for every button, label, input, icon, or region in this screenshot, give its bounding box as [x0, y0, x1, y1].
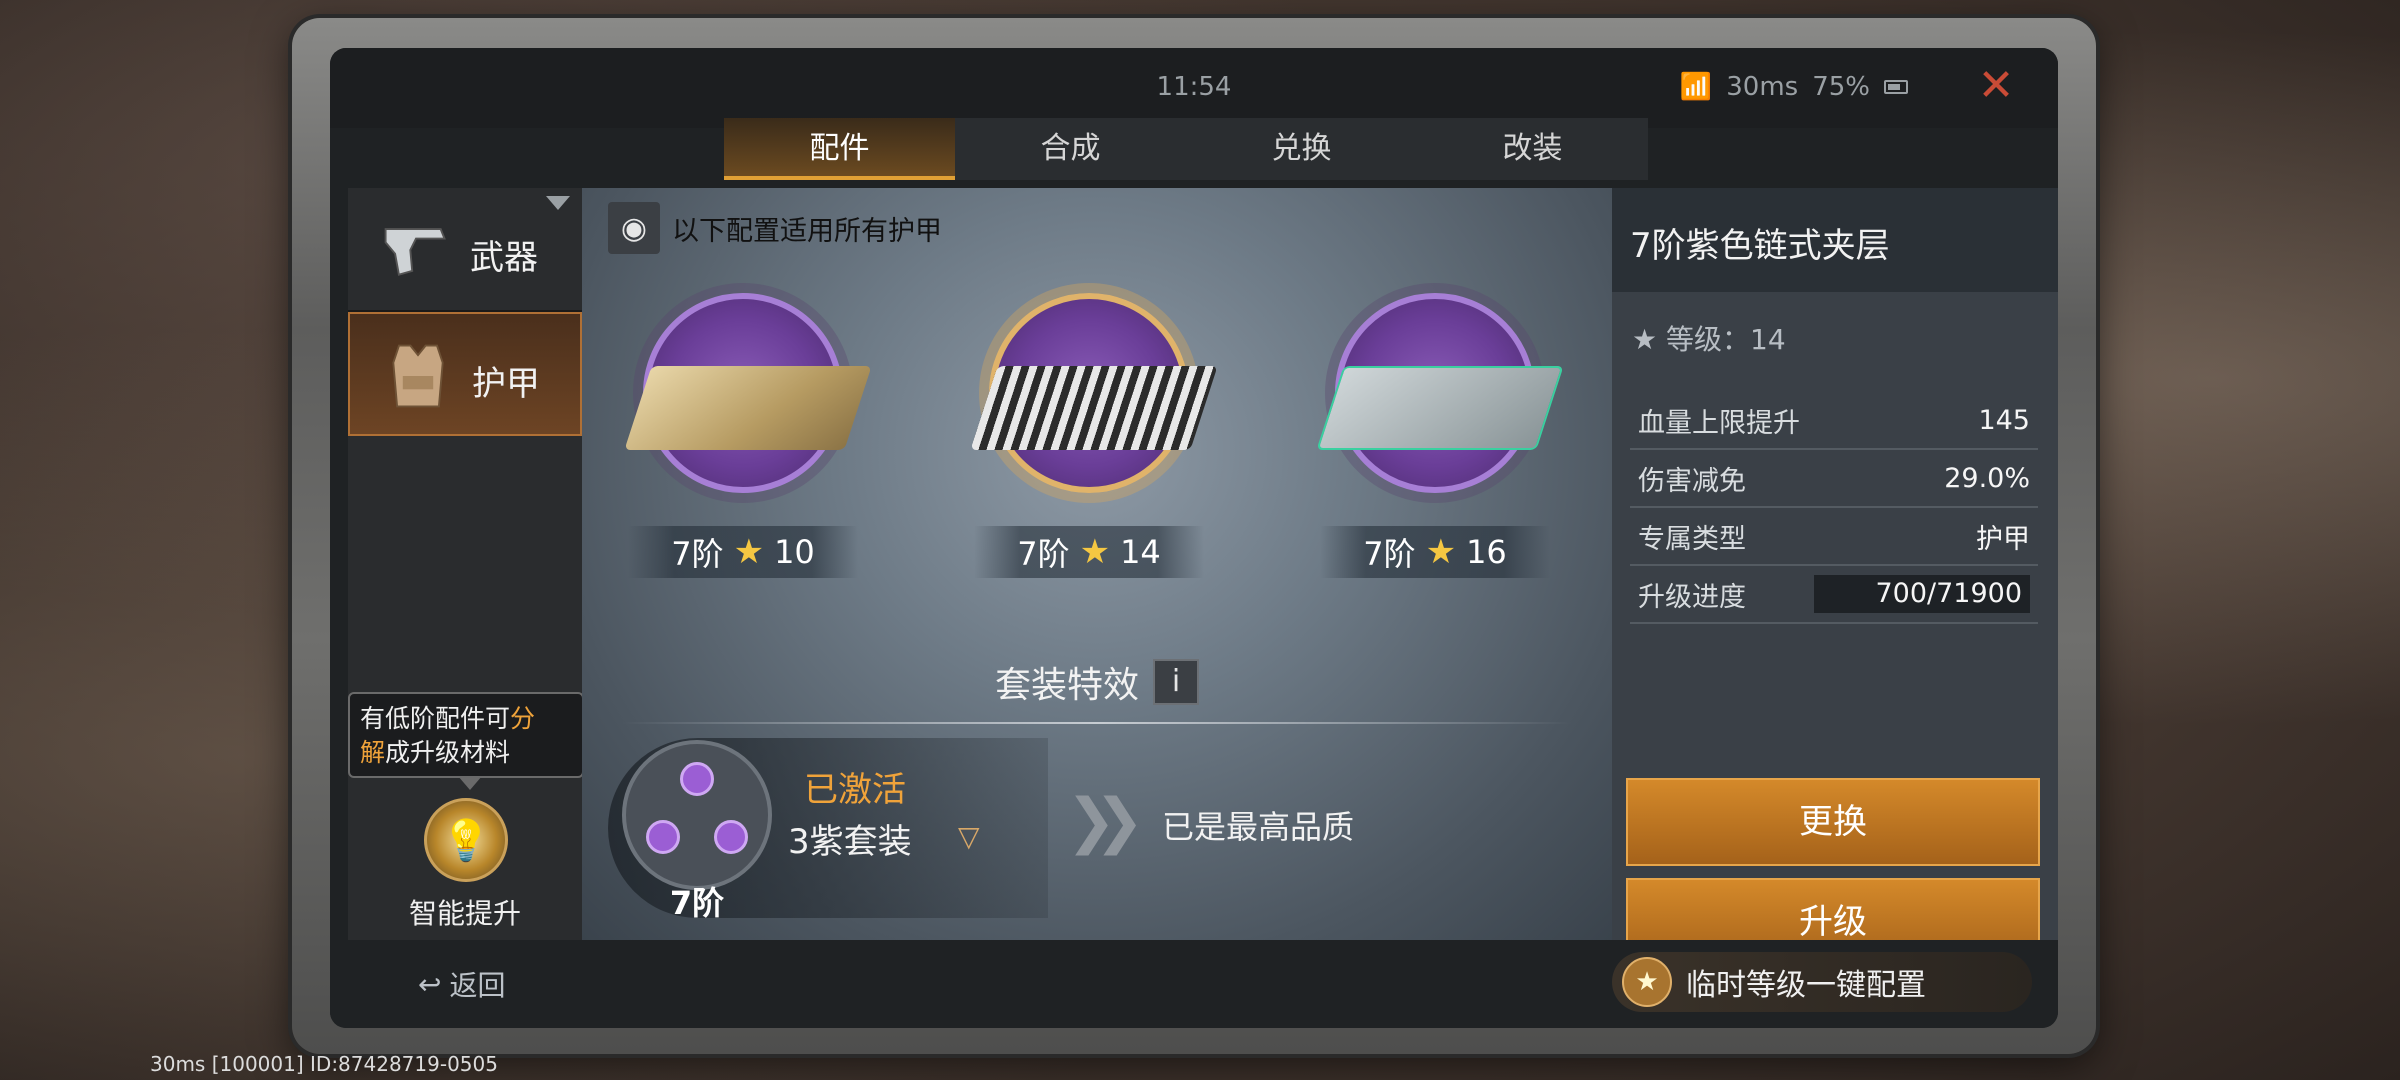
smart-upgrade: 💡 智能提升 — [348, 788, 582, 940]
slot-info: 7阶 ★ 14 — [974, 526, 1204, 578]
sidebar-item-armor[interactable]: 护甲 — [348, 312, 582, 436]
level-text: 等级：14 — [1666, 323, 1786, 356]
tab-synthesis[interactable]: 合成 — [955, 118, 1186, 180]
cloth-roll-icon — [624, 366, 872, 450]
tab-modify[interactable]: 改装 — [1417, 118, 1648, 180]
eye-icon[interactable]: ◉ — [608, 202, 660, 254]
sidebar-item-label: 护甲 — [472, 364, 540, 404]
slot-stars: 14 — [1120, 533, 1161, 571]
purple-dot-icon — [680, 762, 714, 796]
tab-exchange[interactable]: 兑换 — [1186, 118, 1417, 180]
stat-value: 145 — [1978, 404, 2030, 436]
pistol-icon — [384, 228, 446, 276]
return-arrow-icon: ↩ — [418, 967, 442, 1001]
stat-label: 血量上限提升 — [1638, 407, 1800, 439]
max-quality-text: 已是最高品质 — [1162, 808, 1355, 846]
back-button[interactable]: ↩ 返回 — [418, 964, 505, 1004]
item-level: ★ 等级：14 — [1632, 318, 1786, 358]
quick-config-label: 临时等级一键配置 — [1686, 968, 1926, 1003]
sidebar-item-label: 武器 — [470, 238, 538, 278]
slot-info: 7阶 ★ 10 — [628, 526, 858, 578]
close-button[interactable]: ✕ — [1972, 62, 2020, 110]
quick-config-button[interactable]: ★ 临时等级一键配置 — [1612, 952, 2032, 1012]
chain-roll-icon — [970, 366, 1218, 450]
slot-stars: 16 — [1466, 533, 1507, 571]
slot-stars: 10 — [774, 533, 815, 571]
item-title: 7阶紫色链式夹层 — [1612, 188, 2058, 292]
stat-label: 升级进度 — [1638, 581, 1746, 613]
slot-info: 7阶 ★ 16 — [1320, 526, 1550, 578]
battery-icon — [1884, 80, 1908, 94]
slot-tier: 7阶 — [1017, 535, 1070, 573]
armor-vest-icon — [392, 344, 444, 408]
stat-value: 护甲 — [1976, 523, 2030, 555]
purple-dot-icon — [646, 820, 680, 854]
slot-tier: 7阶 — [671, 535, 724, 573]
status-bar: 11:54 📶 30ms 75% ✕ — [330, 48, 2058, 128]
star-icon: ★ — [1632, 323, 1658, 356]
upgrade-progress: 700/71900 — [1814, 575, 2030, 613]
set-tier: 7阶 — [669, 884, 725, 922]
stat-row: 专属类型 护甲 — [1630, 508, 2038, 566]
info-icon[interactable]: i — [1153, 659, 1199, 705]
tooltip-highlight: 分 — [510, 704, 536, 733]
star-icon: ★ — [733, 532, 765, 572]
tooltip-text: 有低阶配件可 — [360, 704, 511, 733]
set-badge[interactable] — [622, 740, 772, 890]
note-text: 以下配置适用所有护甲 — [672, 215, 942, 247]
stat-value: 29.0% — [1944, 462, 2030, 494]
replace-button[interactable]: 更换 — [1626, 778, 2040, 866]
wifi-icon: 📶 — [1679, 72, 1713, 102]
purple-dot-icon — [714, 820, 748, 854]
divider — [622, 722, 1572, 724]
tooltip-text: 成升级材料 — [385, 738, 511, 767]
set-name: 3紫套装 — [788, 822, 912, 862]
double-chevron-right-icon: ❯❯ — [1066, 786, 1144, 856]
stat-label: 专属类型 — [1638, 523, 1746, 555]
smart-upgrade-label: 智能提升 — [408, 897, 521, 930]
dropdown-triangle-icon — [546, 196, 570, 210]
back-label: 返回 — [449, 969, 506, 1002]
accessory-slot-2[interactable]: 7阶 ★ 14 — [954, 278, 1224, 578]
stat-row: 伤害减免 29.0% — [1630, 450, 2038, 508]
detail-panel: 7阶紫色链式夹层 ★ 等级：14 血量上限提升 145 伤害减免 29.0% 专… — [1612, 188, 2058, 966]
system-status: 📶 30ms 75% — [1680, 72, 1908, 102]
tooltip-highlight: 解 — [360, 738, 386, 767]
decompose-tooltip: 有低阶配件可分 解成升级材料 — [348, 692, 584, 790]
stat-label: 伤害减免 — [1638, 465, 1746, 497]
debug-overlay: 30ms [100001] ID:87428719-0505 — [150, 1052, 498, 1076]
star-icon: ★ — [1079, 532, 1111, 572]
star-icon: ★ — [1425, 532, 1457, 572]
accessory-slot-1[interactable]: 7阶 ★ 10 — [608, 278, 878, 578]
accessory-panel: ◉ 以下配置适用所有护甲 7阶 ★ 10 7阶 ★ 14 7阶 ★ 16 套装特… — [582, 188, 1612, 940]
progress-row: 升级进度 700/71900 — [1630, 566, 2038, 624]
chevron-down-icon[interactable]: ▽ — [958, 820, 980, 853]
tab-bar: 配件 合成 兑换 改装 — [724, 118, 1648, 180]
lightbulb-icon[interactable]: 💡 — [424, 798, 508, 882]
stats-list: 血量上限提升 145 伤害减免 29.0% 专属类型 护甲 升级进度 700/7… — [1630, 392, 2038, 624]
stat-row: 血量上限提升 145 — [1630, 392, 2038, 450]
set-status: 已激活 — [804, 770, 906, 810]
hex-roll-icon — [1316, 366, 1564, 450]
set-effect-header: 套装特效 i — [582, 656, 1612, 708]
slot-tier: 7阶 — [1363, 535, 1416, 573]
accessory-slot-3[interactable]: 7阶 ★ 16 — [1300, 278, 1570, 578]
game-screen: 11:54 📶 30ms 75% ✕ 配件 合成 兑换 改装 武器 护甲 有低阶… — [330, 48, 2058, 1028]
set-effect-title: 套装特效 — [994, 665, 1139, 706]
tab-accessories[interactable]: 配件 — [724, 118, 955, 180]
star-badge-icon: ★ — [1622, 957, 1672, 1007]
applies-note: ◉ 以下配置适用所有护甲 — [608, 202, 942, 254]
sidebar-item-weapon[interactable]: 武器 — [348, 188, 582, 312]
bottom-bar: ↩ 返回 ★ 临时等级一键配置 — [330, 940, 2058, 1028]
ping-text: 30ms — [1726, 72, 1799, 102]
battery-text: 75% — [1812, 72, 1870, 102]
